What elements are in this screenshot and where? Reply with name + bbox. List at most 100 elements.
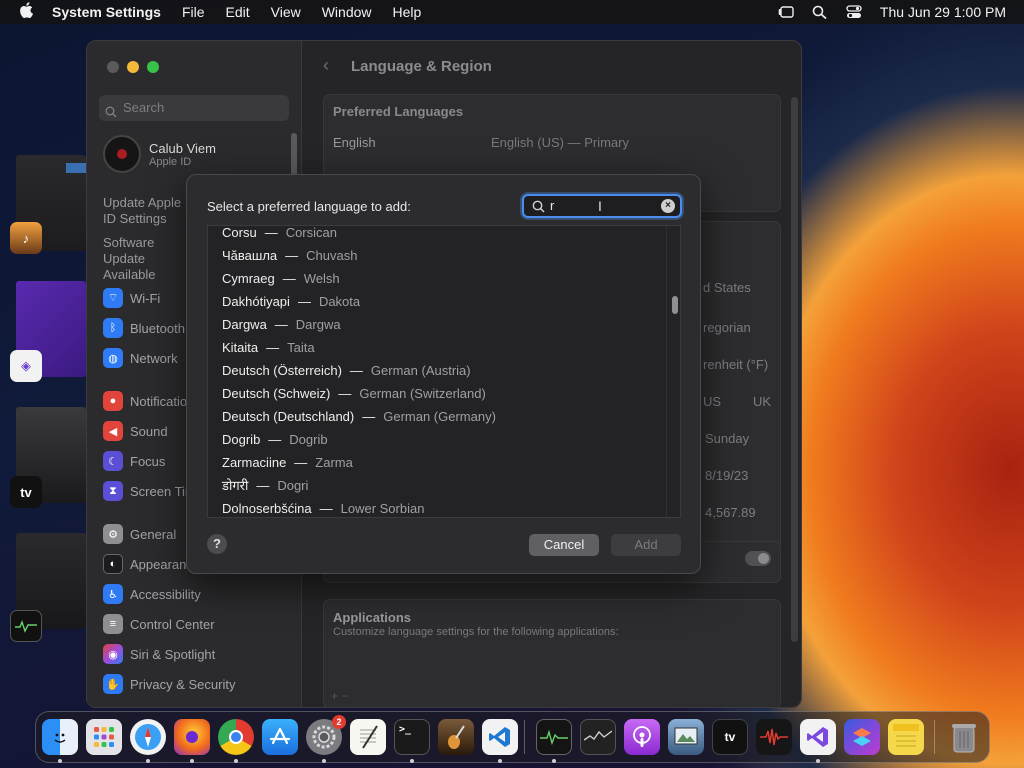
scrollbar-thumb[interactable] <box>672 296 678 314</box>
list-item[interactable]: Deutsch (Schweiz) — German (Switzerland) <box>222 385 486 403</box>
cancel-button[interactable]: Cancel <box>529 534 599 556</box>
apple-tv-icon[interactable]: tv <box>712 719 748 755</box>
sidebar-scrollbar[interactable] <box>291 133 297 177</box>
notes-icon[interactable] <box>888 719 924 755</box>
sidebar-item-privacy-security[interactable]: ✋ Privacy & Security <box>103 673 235 695</box>
list-item[interactable]: Чӑвашла — Chuvash <box>222 247 357 265</box>
stocks-icon[interactable] <box>580 719 616 755</box>
list-item[interactable]: Corsu — Corsican <box>222 225 337 242</box>
sidebar-item-general[interactable]: ⚙ General <box>103 523 176 545</box>
sidebar-item-siri-spotlight[interactable]: ◉ Siri & Spotlight <box>103 643 215 665</box>
guitar-icon[interactable] <box>438 719 474 755</box>
measurement-us-option[interactable]: US <box>703 394 721 409</box>
apple-menu-icon[interactable] <box>0 1 52 23</box>
add-remove-application-buttons[interactable]: + − <box>331 689 348 703</box>
terminal-icon[interactable]: >_ <box>394 719 430 755</box>
content-scrollbar[interactable] <box>791 97 798 642</box>
app-store-icon[interactable] <box>262 719 298 755</box>
list-item[interactable]: Dogrib — Dogrib <box>222 431 328 449</box>
separator: — <box>285 248 299 263</box>
language-english: German (Austria) <box>370 363 471 378</box>
language-native: Deutsch (Schweiz) <box>222 386 331 401</box>
language-native: Cymraeg <box>222 271 275 286</box>
list-item[interactable]: Dargwa — Dargwa <box>222 316 341 334</box>
menu-edit[interactable]: Edit <box>226 4 250 20</box>
sidebar-item-bluetooth[interactable]: ᛒ Bluetooth <box>103 317 185 339</box>
first-day-value[interactable]: Sunday <box>705 431 749 446</box>
launchpad-icon[interactable] <box>86 719 122 755</box>
calendar-value[interactable]: regorian <box>703 320 751 335</box>
live-text-toggle[interactable] <box>745 551 771 566</box>
close-window-button[interactable] <box>107 61 119 73</box>
shortcuts-icon[interactable] <box>844 719 880 755</box>
date-format-value[interactable]: 8/19/23 <box>705 468 748 483</box>
search-icon <box>532 200 545 218</box>
language-native: Dargwa <box>222 317 267 332</box>
sidebar-item-sound[interactable]: ◀ Sound <box>103 420 168 442</box>
list-item[interactable]: Dolnoserbšćina — Lower Sorbian <box>222 500 424 517</box>
activity-monitor-icon[interactable] <box>536 719 572 755</box>
software-update-notice[interactable]: Software Update Available <box>103 235 193 283</box>
settings-gear-icon[interactable]: 2 <box>306 715 346 755</box>
measurement-uk-option[interactable]: UK <box>753 394 771 409</box>
separator: — <box>282 271 296 286</box>
firefox-icon[interactable] <box>174 719 210 755</box>
menu-app-name[interactable]: System Settings <box>52 4 161 20</box>
vscode-icon[interactable] <box>482 719 518 755</box>
language-english: Corsican <box>285 225 337 240</box>
language-search-field[interactable]: r I × <box>522 194 682 218</box>
clear-search-icon[interactable]: × <box>661 199 675 213</box>
list-item[interactable]: Deutsch (Deutschland) — German (Germany) <box>222 408 496 426</box>
preview-icon[interactable] <box>668 719 704 755</box>
list-item[interactable]: Deutsch (Österreich) — German (Austria) <box>222 362 471 380</box>
finder-icon[interactable] <box>42 719 78 755</box>
language-native: Deutsch (Österreich) <box>222 363 342 378</box>
list-item[interactable]: Cymraeg — Welsh <box>222 270 340 288</box>
language-list-scrollbar[interactable] <box>666 226 680 517</box>
number-format-value[interactable]: 4,567.89 <box>705 505 756 520</box>
visual-studio-icon[interactable] <box>800 719 836 755</box>
control-center-icon[interactable] <box>846 5 862 19</box>
chrome-icon[interactable] <box>218 719 254 755</box>
trash-icon[interactable] <box>946 719 982 755</box>
menu-clock[interactable]: Thu Jun 29 1:00 PM <box>880 4 1006 20</box>
podcasts-icon[interactable] <box>624 719 660 755</box>
account-name: Calub Viem <box>149 140 216 156</box>
sidebar-item-network[interactable]: ◍ Network <box>103 347 178 369</box>
bell-icon: ● <box>103 391 123 411</box>
menu-window[interactable]: Window <box>322 4 372 20</box>
language-english: German (Switzerland) <box>359 386 486 401</box>
menu-view[interactable]: View <box>271 4 301 20</box>
update-apple-id-notice[interactable]: Update Apple ID Settings <box>103 195 193 227</box>
stage-manager-icon[interactable] <box>778 5 794 19</box>
apple-id-account[interactable]: Calub Viem Apple ID <box>103 135 216 173</box>
region-value[interactable]: d States <box>703 280 751 295</box>
list-item[interactable]: Kitaita — Taita <box>222 339 315 357</box>
sidebar-item-accessibility[interactable]: ♿ Accessibility <box>103 583 201 605</box>
help-button[interactable]: ? <box>207 534 227 554</box>
sidebar-item-control-center[interactable]: ≡ Control Center <box>103 613 215 635</box>
hand-icon: ✋ <box>103 674 123 694</box>
sidebar-item-wifi[interactable]: ⌔ Wi-Fi <box>103 287 160 309</box>
zoom-window-button[interactable] <box>147 61 159 73</box>
safari-icon[interactable] <box>130 719 166 755</box>
back-chevron-icon[interactable]: ‹ <box>323 55 329 76</box>
language-english: Taita <box>287 340 315 355</box>
list-item[interactable]: डोगरी — Dogri <box>222 477 308 495</box>
temperature-value[interactable]: renheit (°F) <box>703 357 768 372</box>
textedit-icon[interactable] <box>350 719 386 755</box>
list-item[interactable]: Dakhótiyapi — Dakota <box>222 293 360 311</box>
sidebar-search-input[interactable]: Search <box>99 95 289 121</box>
minimize-window-button[interactable] <box>127 61 139 73</box>
spotlight-search-icon[interactable] <box>812 5 828 20</box>
sidebar-item-focus[interactable]: ☾ Focus <box>103 450 165 472</box>
list-item[interactable]: Zarmaciine — Zarma <box>222 454 353 472</box>
menu-file[interactable]: File <box>182 4 205 20</box>
add-button[interactable]: Add <box>611 534 681 556</box>
dock: 2 >_ tv <box>35 711 990 763</box>
language-list[interactable]: Corsu — Corsican Чӑвашла — Chuvash Cymraeg — W… <box>207 225 681 518</box>
menu-help[interactable]: Help <box>393 4 422 20</box>
account-subtitle: Apple ID <box>149 155 192 168</box>
language-row-name[interactable]: English <box>333 135 376 150</box>
voice-memos-icon[interactable] <box>756 719 792 755</box>
